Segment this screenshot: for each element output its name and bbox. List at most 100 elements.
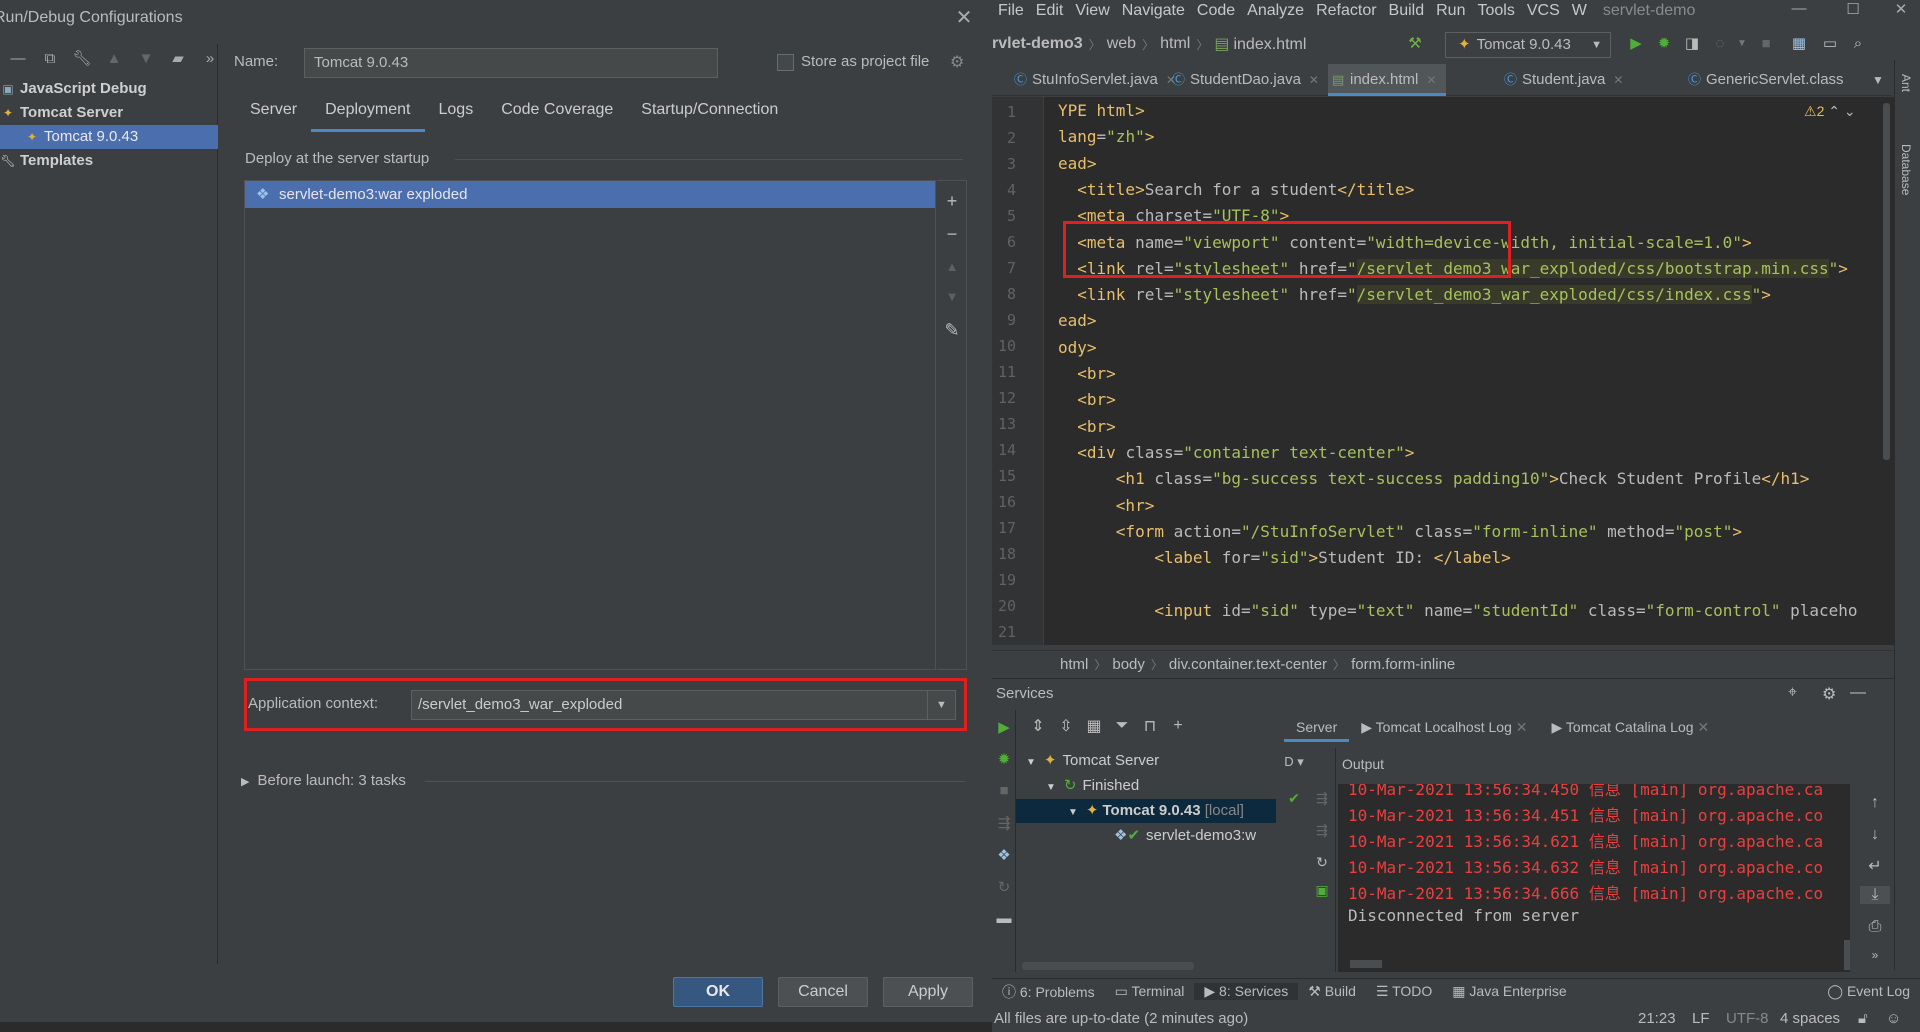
menu-tools[interactable]: Tools: [1471, 2, 1520, 20]
chevron-down-icon[interactable]: ▼: [1872, 64, 1884, 96]
tool-tab-services[interactable]: ▶ 8: Services: [1194, 983, 1299, 1000]
console-output[interactable]: 10-Mar-2021 13:56:34.450 信息 [main] org.a…: [1338, 784, 1850, 972]
more-icon[interactable]: »: [1860, 948, 1890, 962]
tree-item-tomcat-server[interactable]: ✦ Tomcat Server: [0, 101, 218, 125]
run-icon[interactable]: ▶: [992, 718, 1016, 736]
move-up-icon[interactable]: ▲: [937, 251, 967, 283]
coverage-icon[interactable]: ◨: [1680, 32, 1704, 56]
cancel-button[interactable]: Cancel: [778, 977, 868, 1007]
close-icon[interactable]: ✕: [1697, 719, 1709, 735]
stop-icon[interactable]: ■: [1754, 32, 1778, 56]
editor-tab-stuinfoservlet[interactable]: Ⓒ StuInfoServlet.java ✕: [1010, 64, 1176, 96]
horizontal-scrollbar[interactable]: [1350, 960, 1382, 968]
refresh-icon[interactable]: ↻: [992, 878, 1016, 896]
edit-pencil-icon[interactable]: ✎: [937, 314, 967, 346]
menu-refactor[interactable]: Refactor: [1310, 2, 1382, 20]
tab-startup-connection[interactable]: Startup/Connection: [627, 96, 792, 132]
code-editor[interactable]: 1 2 3 4 5 6 7 8 9 10 11 12 13 14 15 16 17 18 19 20 21 YPE ht…: [992, 97, 1895, 645]
filter-icon[interactable]: ⏷: [1108, 717, 1136, 735]
run-config-dropdown[interactable]: ✦ Tomcat 9.0.43 ▼: [1445, 32, 1611, 58]
debug-bug-icon[interactable]: ✹: [992, 750, 1016, 768]
tree-item-templates[interactable]: 🔧︎ Templates: [0, 149, 218, 173]
arrow-down-icon[interactable]: ↓: [1860, 826, 1890, 844]
layout-icon[interactable]: ▬: [992, 910, 1016, 927]
menu-vcs[interactable]: VCS: [1521, 2, 1566, 20]
arrow-up-icon[interactable]: ↑: [1860, 794, 1890, 812]
menu-navigate[interactable]: Navigate: [1116, 2, 1191, 20]
minimize-icon[interactable]: —: [1774, 0, 1824, 22]
menu-edit[interactable]: Edit: [1030, 2, 1070, 20]
tool-tab-problems[interactable]: ⓘ 6: Problems: [992, 982, 1105, 1002]
editor-tab-student[interactable]: Ⓒ Student.java ✕: [1500, 64, 1623, 96]
remove-icon[interactable]: −: [937, 218, 967, 250]
indent-setting[interactable]: 4 spaces: [1780, 1005, 1840, 1032]
breadcrumb-form[interactable]: form.form-inline: [1345, 656, 1461, 673]
soft-wrap-icon[interactable]: ↵: [1860, 856, 1890, 876]
build-hammer-icon[interactable]: ⚒: [1403, 32, 1427, 56]
tool-tab-terminal[interactable]: ▭ Terminal: [1105, 983, 1195, 1000]
refresh-icon[interactable]: ↻: [1308, 854, 1336, 871]
services-tree-root[interactable]: ▼ ✦ Tomcat Server: [1016, 749, 1276, 773]
tab-tomcat-catalina-log[interactable]: ▶︎ Tomcat Catalina Log ✕: [1539, 712, 1721, 742]
open-browser-icon[interactable]: ▣: [1308, 882, 1336, 899]
menu-analyze[interactable]: Analyze: [1241, 2, 1310, 20]
tool-tab-todo[interactable]: ☰ TODO: [1366, 983, 1442, 1000]
chevron-down-icon[interactable]: ▼: [927, 691, 955, 719]
undeploy-icon[interactable]: ⇶: [1308, 822, 1336, 839]
editor-tab-index-html[interactable]: ▤ index.html ✕: [1328, 64, 1447, 96]
menu-code[interactable]: Code: [1191, 2, 1241, 20]
gear-icon[interactable]: ⚙: [1822, 684, 1836, 704]
editor-tab-genericservlet[interactable]: Ⓒ GenericServlet.class: [1684, 64, 1844, 96]
project-structure-icon[interactable]: ▦: [1787, 32, 1811, 56]
nav-project[interactable]: rvlet-demo3: [992, 35, 1089, 53]
layout-icon[interactable]: ▭: [1818, 32, 1842, 56]
tab-deployment[interactable]: Deployment: [311, 96, 425, 132]
ant-tool-tab[interactable]: Ant: [1899, 74, 1913, 92]
crosshair-icon[interactable]: ⌖: [1788, 684, 1797, 702]
add-icon[interactable]: +: [937, 185, 967, 217]
tool-tab-build[interactable]: ⚒ Build: [1298, 983, 1366, 1000]
services-tree-finished[interactable]: ▼ ↻ Finished: [1016, 774, 1276, 798]
ok-button[interactable]: OK: [673, 977, 763, 1007]
nav-web[interactable]: web: [1101, 35, 1142, 53]
tree-item-tomcat-config[interactable]: ✦ Tomcat 9.0.43: [0, 125, 218, 149]
horizontal-scrollbar[interactable]: [1022, 962, 1194, 970]
warning-indicator[interactable]: ⚠2 ⌃ ⌄: [1804, 103, 1856, 120]
group-icon[interactable]: ▦: [1080, 716, 1108, 736]
vertical-scrollbar[interactable]: [1883, 103, 1890, 460]
inspector-icon[interactable]: ☺: [1886, 1005, 1901, 1032]
app-context-field[interactable]: /servlet_demo3_war_exploded ▼: [411, 690, 956, 720]
services-tree-artifact[interactable]: ❖✔ servlet-demo3:w: [1016, 824, 1276, 848]
close-icon[interactable]: ✕: [1516, 719, 1528, 735]
minimize-icon[interactable]: —: [1850, 684, 1866, 702]
run-icon[interactable]: ▶: [1624, 32, 1648, 56]
gear-icon[interactable]: ⚙: [950, 52, 964, 72]
lock-icon[interactable]: 🔓︎: [1858, 1005, 1868, 1032]
tree-item-javascript-debug[interactable]: ▣ JavaScript Debug: [0, 77, 218, 101]
tab-server[interactable]: Server: [1284, 712, 1350, 742]
tab-tomcat-localhost-log[interactable]: ▶︎ Tomcat Localhost Log ✕: [1349, 712, 1539, 742]
before-launch-toggle[interactable]: ▶ Before launch: 3 tasks: [241, 772, 406, 789]
apply-button[interactable]: Apply: [883, 977, 973, 1007]
breadcrumb-html[interactable]: html: [1054, 656, 1094, 673]
name-field[interactable]: Tomcat 9.0.43: [304, 48, 718, 78]
tool-tab-event-log[interactable]: ◯ Event Log: [1817, 983, 1920, 1000]
database-tool-tab[interactable]: Database: [1899, 144, 1913, 195]
deploy-icon[interactable]: ⇶: [1308, 790, 1336, 807]
close-icon[interactable]: ✕: [950, 4, 978, 32]
stop-icon[interactable]: ■: [992, 782, 1016, 799]
close-icon[interactable]: ✕: [1613, 73, 1623, 87]
add-icon[interactable]: +: [1164, 717, 1192, 735]
pin-icon[interactable]: ⊓: [1136, 716, 1164, 736]
deploy-list-item[interactable]: ❖ servlet-demo3:war exploded: [245, 181, 935, 208]
artifact-icon[interactable]: ❖: [992, 846, 1016, 864]
editor-tab-studentdao[interactable]: Ⓒ StudentDao.java ✕: [1168, 64, 1319, 96]
menu-view[interactable]: View: [1069, 2, 1115, 20]
tool-tab-java-enterprise[interactable]: ▦ Java Enterprise: [1442, 983, 1576, 1000]
close-icon[interactable]: ✕: [1876, 0, 1920, 22]
file-encoding[interactable]: UTF-8: [1726, 1005, 1769, 1032]
menu-window[interactable]: W: [1566, 2, 1593, 20]
services-tree-server[interactable]: ▼ ✦ Tomcat 9.0.43 [local]: [1016, 799, 1276, 823]
breadcrumb-body[interactable]: body: [1106, 656, 1151, 673]
menu-build[interactable]: Build: [1383, 2, 1431, 20]
